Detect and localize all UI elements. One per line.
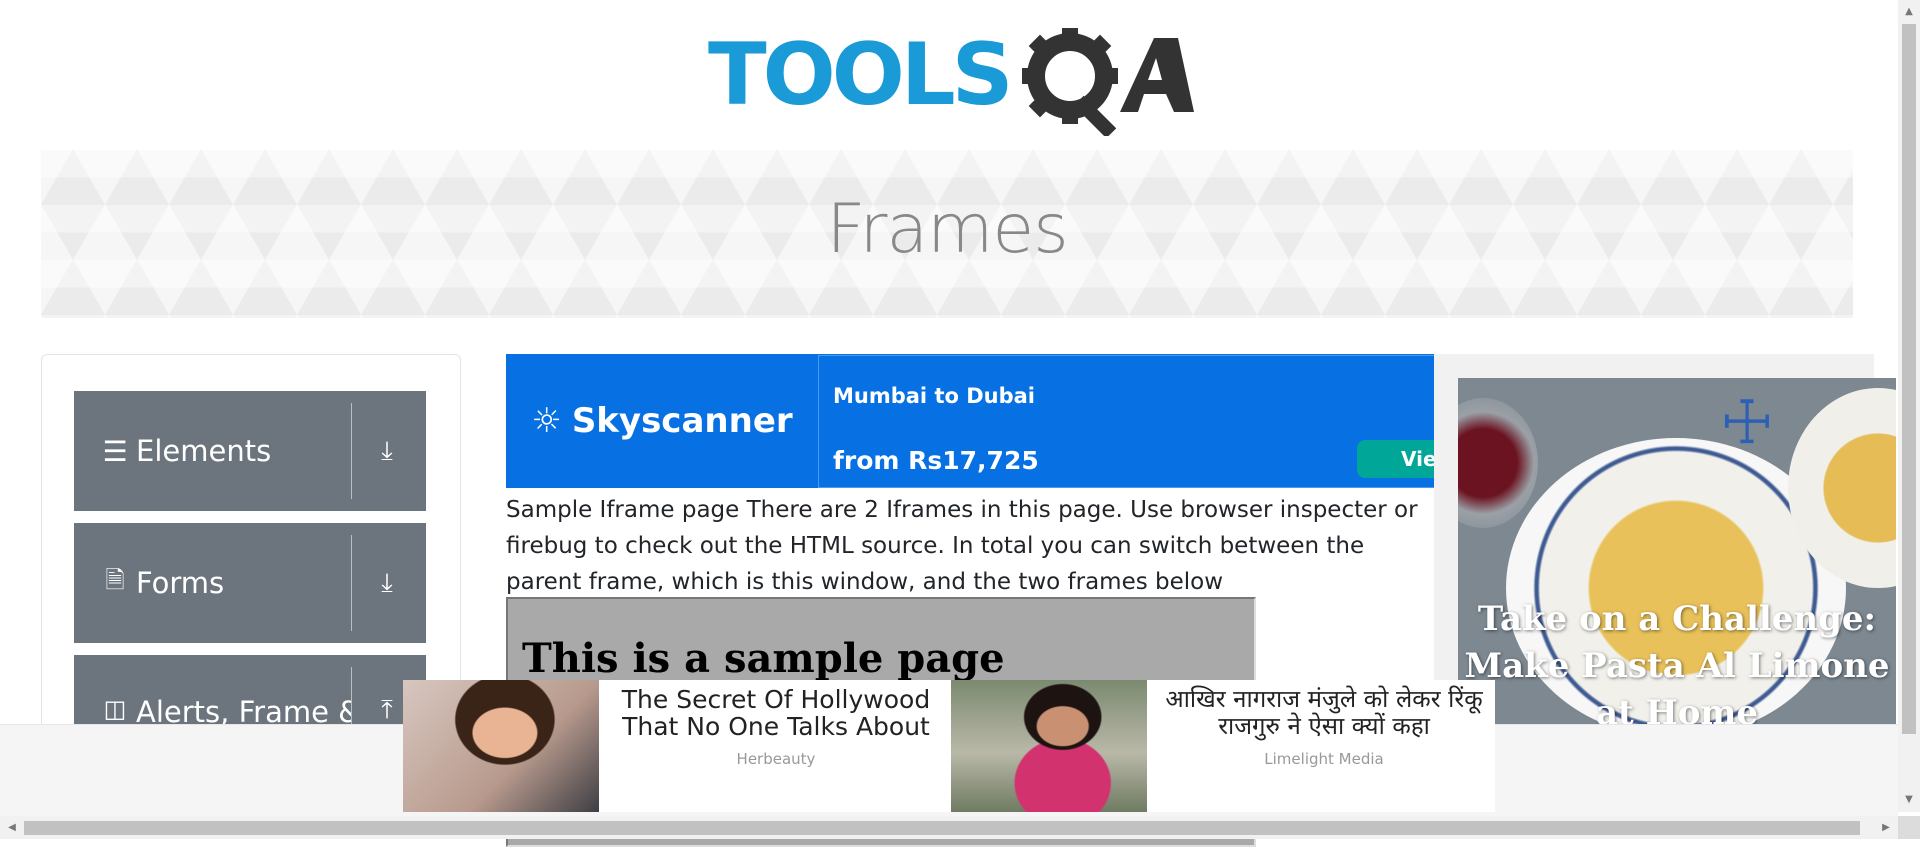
scrollbar-thumb[interactable] bbox=[1902, 24, 1916, 734]
skyscanner-logo: ☼ Skyscanner bbox=[506, 354, 818, 488]
document-icon: 🗎 bbox=[105, 565, 125, 594]
flight-deal: Mumbai to Dubai from Rs17,725 View bbox=[818, 355, 1434, 488]
scroll-right-icon[interactable]: ▶ bbox=[1876, 816, 1896, 839]
sunrise-icon: ☼ bbox=[531, 401, 562, 441]
download-icon: ⤓ bbox=[381, 435, 393, 466]
page-title: Frames bbox=[826, 190, 1068, 269]
scrollbar-corner bbox=[1898, 816, 1920, 839]
frames-description: Sample Iframe page There are 2 Iframes i… bbox=[506, 497, 1418, 595]
ad-thumbnail bbox=[951, 680, 1147, 812]
ad-source: Limelight Media bbox=[1264, 750, 1384, 768]
scroll-up-icon[interactable]: ▲ bbox=[1898, 2, 1920, 22]
sidebar-group-label: Forms bbox=[136, 566, 225, 600]
skyscanner-ad[interactable]: ☼ Skyscanner Mumbai to Dubai from Rs17,7… bbox=[506, 354, 1434, 488]
window-icon: ◫ bbox=[103, 695, 127, 723]
sidebar-group-label: Elements bbox=[136, 434, 272, 468]
sidebar-group-forms[interactable]: 🗎 Forms ⤓ bbox=[74, 523, 426, 643]
download-icon: ⤓ bbox=[381, 567, 393, 598]
ad-title: The Secret Of Hollywood That No One Talk… bbox=[621, 685, 931, 741]
upload-icon: ⤒ bbox=[381, 695, 393, 725]
pasta-ad[interactable]: ☩ Take on a Challenge: Make Pasta Al Lim… bbox=[1458, 378, 1896, 724]
ad-source: Herbeauty bbox=[736, 750, 816, 768]
view-button[interactable]: View bbox=[1357, 440, 1434, 478]
skyscanner-brand: Skyscanner bbox=[571, 401, 793, 441]
wine-glass-image bbox=[1458, 398, 1538, 528]
ad-title: आखिर नागराज मंजुले को लेकर रिंकू राजगुरु… bbox=[1165, 685, 1483, 740]
sidebar: ☰ Elements ⤓ 🗎 Forms ⤓ ◫ Alerts, Frame &… bbox=[41, 354, 461, 763]
menu-icon: ☰ bbox=[102, 434, 128, 468]
horizontal-scrollbar[interactable]: ◀ ▶ bbox=[0, 816, 1898, 839]
fork-icon: ☩ bbox=[1720, 388, 1774, 458]
sidebar-group-elements[interactable]: ☰ Elements ⤓ bbox=[74, 391, 426, 511]
ad-item[interactable]: आखिर नागराज मंजुले को लेकर रिंकू राजगुरु… bbox=[951, 680, 1497, 812]
bottom-ad: The Secret Of Hollywood That No One Talk… bbox=[403, 680, 1495, 812]
ad-thumbnail bbox=[403, 680, 599, 812]
page-banner: Frames bbox=[41, 150, 1853, 318]
divider bbox=[351, 403, 352, 499]
flight-route: Mumbai to Dubai bbox=[833, 384, 1036, 408]
vertical-scrollbar[interactable]: ▲ ▼ bbox=[1898, 0, 1920, 812]
ad-item[interactable]: The Secret Of Hollywood That No One Talk… bbox=[403, 680, 949, 812]
scroll-down-icon[interactable]: ▼ bbox=[1898, 790, 1920, 810]
toolsqa-logo[interactable]: TOOLS bbox=[708, 24, 1194, 136]
divider bbox=[351, 535, 352, 631]
flight-price: from Rs17,725 bbox=[833, 446, 1039, 475]
gear-icon bbox=[1022, 28, 1118, 136]
frame-heading: This is a sample page bbox=[522, 635, 1005, 682]
scrollbar-thumb[interactable] bbox=[24, 821, 1860, 835]
scroll-left-icon[interactable]: ◀ bbox=[2, 816, 22, 839]
logo-text-tools: TOOLS bbox=[708, 25, 1010, 125]
ad-caption: Take on a Challenge: Make Pasta Al Limon… bbox=[1464, 599, 1890, 724]
